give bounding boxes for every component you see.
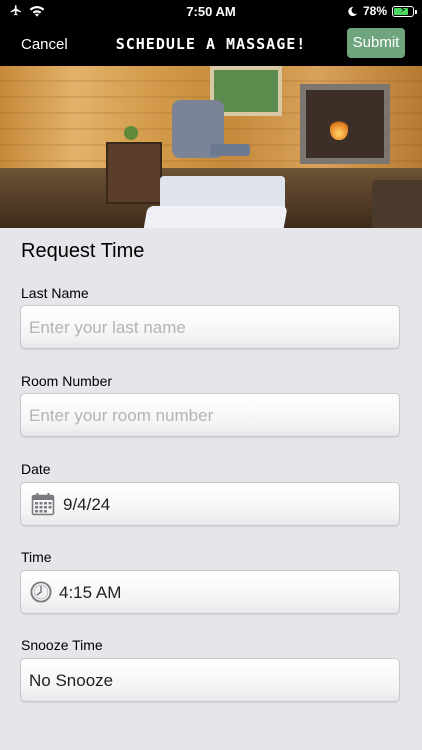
time-label: Time: [21, 549, 52, 565]
fire: [330, 118, 348, 140]
plant: [124, 126, 138, 140]
last-name-label: Last Name: [21, 285, 89, 301]
section-title: Request Time: [21, 240, 145, 262]
cancel-button[interactable]: Cancel: [21, 36, 68, 53]
time-value: 4:15 AM: [59, 583, 122, 602]
date-picker[interactable]: 9/4/24: [20, 482, 400, 526]
snooze-picker[interactable]: No Snooze: [20, 658, 400, 702]
room-number-field[interactable]: Enter your room number: [20, 393, 400, 437]
room-number-label: Room Number: [21, 373, 113, 389]
submit-button[interactable]: Submit: [347, 28, 405, 58]
top-bar: 7:50 AM 78% ⚡ Cancel SCHEDULE A MASSAGE!…: [0, 0, 422, 66]
battery-icon: ⚡: [392, 4, 417, 17]
moon-icon: [348, 6, 358, 16]
status-bar: 7:50 AM 78% ⚡: [0, 0, 422, 24]
date-value: 9/4/24: [63, 495, 111, 514]
charging-bolt-icon: ⚡: [399, 4, 407, 16]
clock-icon: [30, 581, 52, 603]
massage-room-image: [0, 66, 422, 228]
room-number-placeholder: Enter your room number: [29, 406, 214, 425]
calendar-icon: [31, 493, 55, 516]
date-label: Date: [21, 461, 51, 477]
battery-percent: 78%: [362, 4, 387, 18]
snooze-label: Snooze Time: [21, 637, 103, 653]
time-picker[interactable]: 4:15 AM: [20, 570, 400, 614]
status-right: 78% ⚡: [347, 4, 417, 18]
last-name-placeholder: Enter your last name: [29, 318, 186, 337]
snooze-value: No Snooze: [29, 671, 114, 690]
side-chair: [372, 180, 422, 228]
navigation-bar: Cancel SCHEDULE A MASSAGE! Submit: [0, 24, 422, 66]
pillow: [210, 144, 250, 156]
nightstand: [106, 142, 162, 204]
last-name-field[interactable]: Enter your last name: [20, 305, 400, 349]
